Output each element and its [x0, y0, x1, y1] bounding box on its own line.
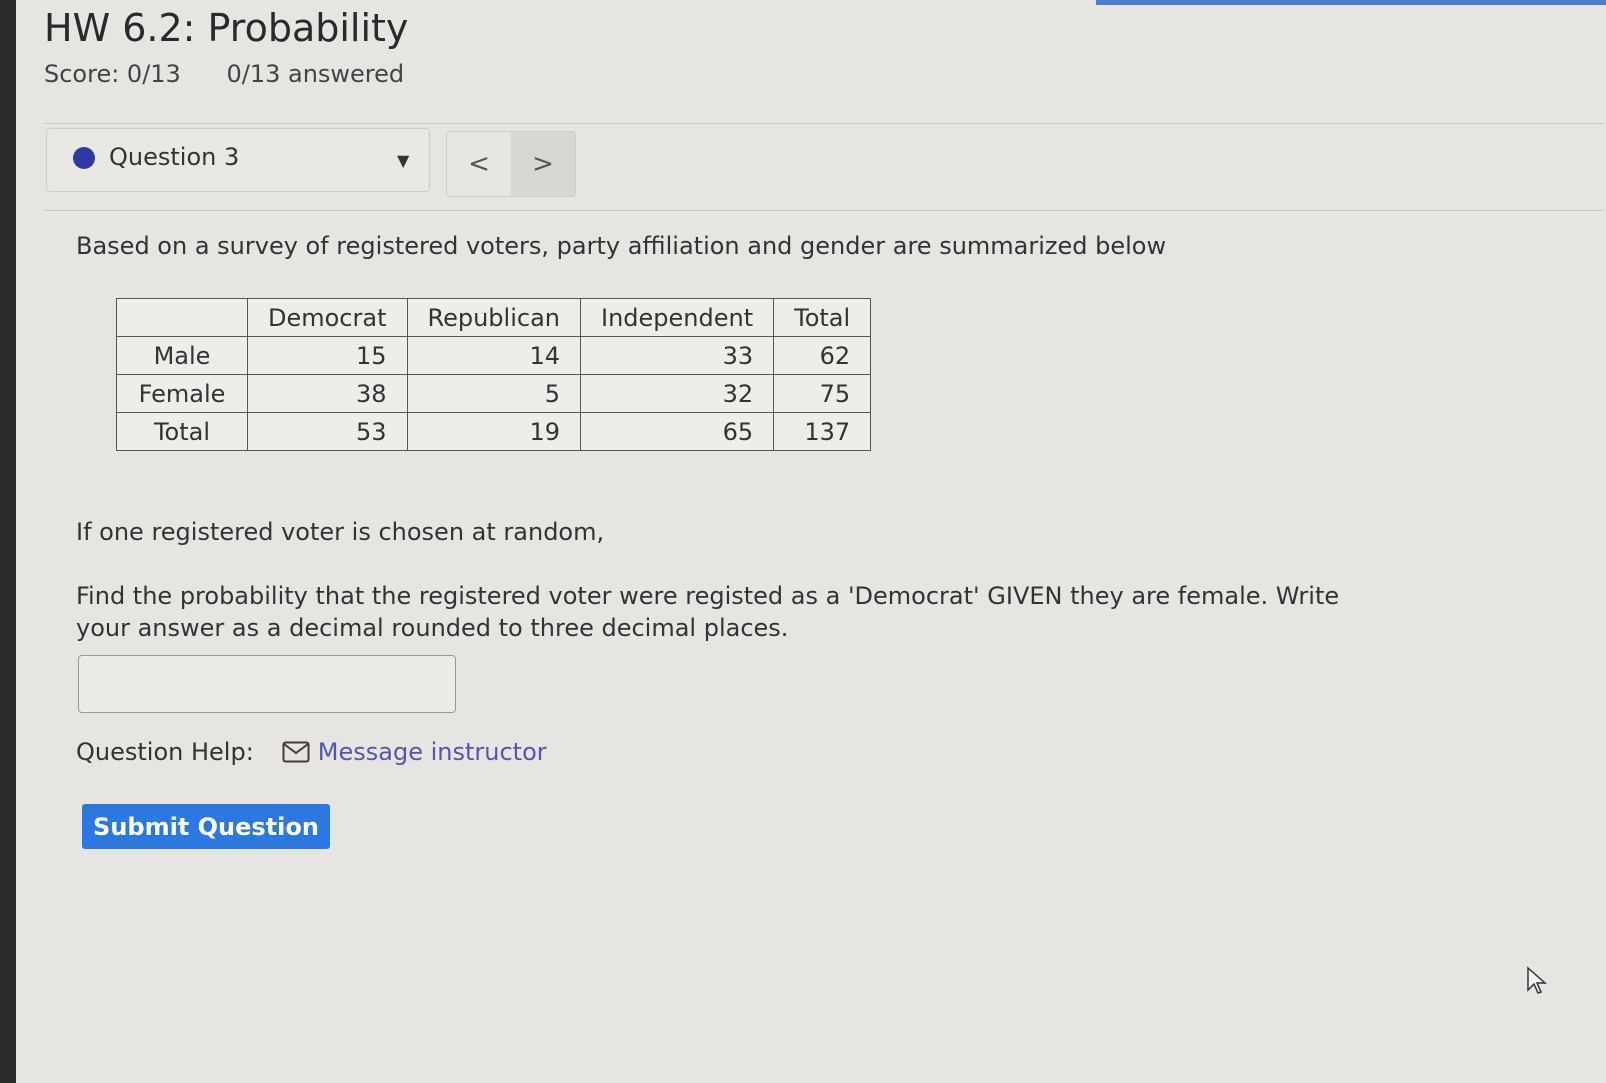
table-cell: 75 — [773, 374, 872, 413]
table-header-row: Democrat Republican Independent Total — [116, 298, 872, 337]
table-cell: 19 — [406, 412, 581, 451]
question-nav: < > — [446, 131, 576, 197]
score-line: Score: 0/13 0/13 answered — [44, 60, 442, 88]
question-text: If one registered voter is chosen at ran… — [76, 518, 605, 546]
envelope-icon — [282, 741, 310, 763]
table-row: Male 15 14 33 62 — [116, 336, 872, 375]
top-accent-bar — [1096, 0, 1606, 5]
data-table: Democrat Republican Independent Total Ma… — [116, 298, 872, 451]
question-select-value: Question 3 — [109, 143, 240, 171]
table-header — [116, 298, 248, 337]
row-header: Female — [116, 374, 248, 413]
message-instructor-link[interactable]: Message instructor — [318, 738, 547, 766]
question-status-dot-icon — [73, 147, 95, 169]
question-help: Question Help: Message instructor — [76, 738, 547, 766]
table-header: Total — [773, 298, 872, 337]
score: Score: 0/13 — [44, 60, 181, 88]
question-prompt: Find the probability that the registered… — [76, 582, 1340, 642]
row-header: Male — [116, 336, 248, 375]
page-title: HW 6.2: Probability — [44, 6, 409, 50]
table-cell: 15 — [247, 336, 408, 375]
table-cell: 38 — [247, 374, 408, 413]
next-question-button[interactable]: > — [511, 132, 575, 196]
mouse-cursor-icon — [1527, 966, 1547, 994]
divider — [44, 210, 1604, 211]
table-cell: 32 — [579, 374, 775, 413]
table-header: Republican — [406, 298, 581, 337]
table-header: Independent — [579, 298, 775, 337]
answer-input[interactable] — [78, 655, 456, 713]
row-header: Total — [116, 412, 248, 451]
table-cell: 53 — [247, 412, 408, 451]
table-header: Democrat — [247, 298, 408, 337]
question-help-label: Question Help: — [76, 738, 254, 766]
table-cell: 137 — [773, 412, 872, 451]
table-cell: 14 — [406, 336, 581, 375]
table-row: Total 53 19 65 137 — [116, 412, 872, 451]
screen: HW 6.2: Probability Score: 0/13 0/13 ans… — [16, 0, 1606, 1083]
table-cell: 62 — [773, 336, 872, 375]
table-cell: 33 — [579, 336, 775, 375]
table-cell: 65 — [579, 412, 775, 451]
submit-question-button[interactable]: Submit Question — [82, 804, 330, 849]
question-intro: Based on a survey of registered voters, … — [76, 232, 1167, 260]
question-select[interactable]: Question 3 ▼ — [46, 128, 430, 192]
caret-down-icon: ▼ — [397, 151, 410, 170]
prev-question-button[interactable]: < — [447, 132, 511, 196]
answered-count: 0/13 answered — [226, 60, 405, 88]
table-cell: 5 — [406, 374, 581, 413]
table-row: Female 38 5 32 75 — [116, 374, 872, 413]
divider — [44, 123, 1604, 124]
